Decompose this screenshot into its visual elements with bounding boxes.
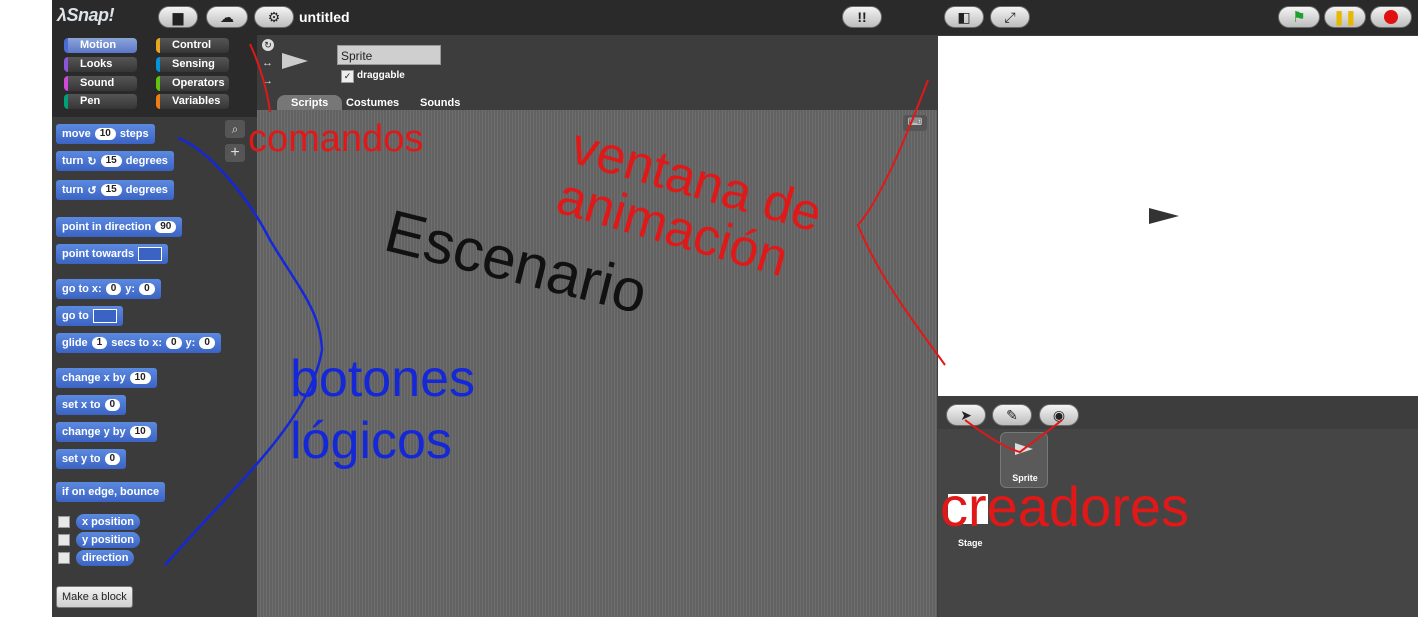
sprite-thumbnail [282,53,308,69]
fullscreen-icon: ⤢ [1004,8,1016,25]
category-sound[interactable]: Sound [64,76,137,91]
sprite-label: Sprite [1012,473,1038,483]
dropdown-slot[interactable] [92,309,117,323]
stage-size-button[interactable]: ◧ [944,6,984,28]
sprite-corral: ➤ ✎ ◉ Sprite Stage [938,396,1418,617]
tab-costumes[interactable]: Costumes [332,95,413,111]
green-flag-button[interactable]: ⚑ [1278,6,1320,28]
category-looks[interactable]: Looks [64,57,137,72]
turtle-icon: ➤ [960,406,972,423]
tab-sounds[interactable]: Sounds [406,95,474,111]
watcher-checkbox-direction[interactable] [58,552,70,564]
pause-button[interactable]: ❚❚ [1324,6,1366,28]
stage-label: Stage [958,538,983,548]
keyboard-icon[interactable]: ⌨ [903,115,927,131]
block-palette[interactable]: ⌕ + move 10 steps turn ↻ 15 degrees turn ↺ 15 de… [52,117,257,617]
block-move[interactable]: move 10 steps [56,124,155,144]
snap-window: λSnap! ▆ ☁ ⚙ untitled !! ◧ ⤢ ⚑ ❚❚ Motion… [52,0,1418,617]
category-sensing[interactable]: Sensing [156,57,229,72]
sprite-arrow-icon [1015,443,1033,455]
stage[interactable] [938,36,1418,396]
reporter-y-position[interactable]: y position [76,532,140,548]
brush-icon: ✎ [1006,406,1018,423]
rotate-ccw-icon: ↺ [87,184,97,197]
top-bar: λSnap! ▆ ☁ ⚙ untitled !! ◧ ⤢ ⚑ ❚❚ [52,0,1418,35]
snap-logo[interactable]: λSnap! [57,5,115,26]
sprite-icon[interactable]: Sprite [1000,432,1048,488]
block-point-in-direction[interactable]: point in direction 90 [56,217,183,237]
make-a-block-button[interactable]: Make a block [56,586,133,608]
block-go-to-xy[interactable]: go to x: 0 y: 0 [56,279,161,299]
category-variables[interactable]: Variables [156,94,229,109]
paint-new-sprite-button[interactable]: ✎ [992,404,1032,426]
sprite-name-field[interactable]: Sprite [337,45,441,65]
plus-icon[interactable]: + [225,144,245,162]
dropdown-slot[interactable] [138,247,163,261]
gear-icon: ⚙ [267,8,281,25]
watcher-checkbox-x[interactable] [58,516,70,528]
category-motion[interactable]: Motion [64,38,137,53]
category-operators[interactable]: Operators [156,76,229,91]
block-turn-clockwise[interactable]: turn ↻ 15 degrees [56,151,174,171]
block-change-x[interactable]: change x by 10 [56,368,157,388]
search-icon[interactable]: ⌕ [225,120,245,138]
cloud-icon: ☁ [220,8,234,25]
sprite-bar: ↻ ↔ → Sprite ✓ draggable Scripts Costume… [257,35,937,111]
block-set-x[interactable]: set x to 0 [56,395,127,415]
file-icon: ▆ [172,8,184,25]
block-change-y[interactable]: change y by 10 [56,422,157,442]
cloud-button[interactable]: ☁ [206,6,248,28]
category-selector: Motion Control Looks Sensing Sound Opera… [52,35,257,117]
green-flag-icon: ⚑ [1292,9,1306,26]
rotation-style-none-icon[interactable]: → [262,75,273,87]
sprite-arrow-costume[interactable] [1149,208,1179,224]
reporter-direction[interactable]: direction [76,550,135,566]
category-control[interactable]: Control [156,38,229,53]
project-title: untitled [299,9,350,25]
block-set-y[interactable]: set y to 0 [56,449,127,469]
block-glide[interactable]: glide 1 secs to x: 0 y: 0 [56,333,221,353]
stage-icon[interactable] [948,494,988,524]
footprints-icon: !! [857,9,867,25]
file-button[interactable]: ▆ [158,6,198,28]
block-turn-counterclockwise[interactable]: turn ↺ 15 degrees [56,180,174,200]
fullscreen-button[interactable]: ⤢ [990,6,1030,28]
stop-icon [1384,10,1398,24]
draggable-label: draggable [357,70,405,81]
block-go-to[interactable]: go to [56,306,123,326]
camera-icon: ◉ [1052,406,1066,423]
camera-sprite-button[interactable]: ◉ [1039,404,1079,426]
rotation-style-rotate-icon[interactable]: ↻ [262,39,274,51]
add-turtle-sprite-button[interactable]: ➤ [946,404,986,426]
block-point-towards[interactable]: point towards [56,244,169,264]
settings-button[interactable]: ⚙ [254,6,294,28]
block-if-on-edge-bounce[interactable]: if on edge, bounce [56,482,166,502]
scripting-area[interactable]: ⌨ [257,110,937,617]
category-pen[interactable]: Pen [64,94,137,109]
watcher-checkbox-y[interactable] [58,534,70,546]
stop-button[interactable] [1370,6,1412,28]
reporter-x-position[interactable]: x position [76,514,140,530]
rotate-cw-icon: ↻ [87,155,97,168]
stage-size-icon: ◧ [957,8,971,25]
draggable-checkbox[interactable]: ✓ [341,70,354,83]
pause-icon: ❚❚ [1333,8,1357,25]
keyboard-entry-button[interactable]: !! [842,6,882,28]
rotation-style-flip-icon[interactable]: ↔ [262,57,273,69]
